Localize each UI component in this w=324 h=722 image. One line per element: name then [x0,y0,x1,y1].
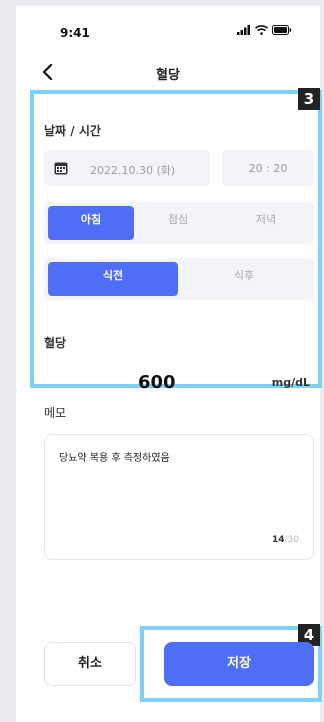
signal-icon [237,25,250,35]
meal-option-dinner[interactable]: 저녁 [222,206,310,240]
page-title: 혈당 [156,68,180,83]
memo-text: 당뇨약 복용 후 측정하였음 [59,453,170,464]
time-field[interactable]: 20 : 20 [222,150,314,186]
date-field[interactable]: 2022.10.30 (화) [44,150,210,186]
meal-option-breakfast[interactable]: 아침 [48,206,134,240]
meal-segment: 아침 점심 저녁 [44,202,314,244]
datetime-label: 날짜 / 시간 [44,124,101,138]
date-value: 2022.10.30 (화) [90,164,176,177]
glucose-label: 혈당 [44,336,67,350]
phone-screen: 9:41 혈당 3 날짜 / 시간 2022.10.30 (화) 20: 20… [16,6,322,722]
timing-option-after-meal[interactable]: 식후 [178,262,310,296]
memo-label: 메모 [44,406,67,420]
memo-textarea[interactable]: 당뇨약 복용 후 측정하였음 14/30 [44,434,314,560]
status-icons [237,25,292,35]
memo-count-max: /30 [284,535,299,545]
save-button[interactable]: 저장 [164,642,314,686]
timing-option-before-meal[interactable]: 식전 [48,262,178,296]
meal-option-lunch[interactable]: 점심 [134,206,222,240]
status-time: 9:41 [60,26,90,40]
cancel-button[interactable]: 취소 [44,642,136,686]
memo-count-current: 14 [271,535,285,545]
status-bar: 9:41 [16,6,320,46]
timing-segment: 식전 식후 [44,258,314,300]
memo-char-count: 14/30 [272,535,299,545]
nav-bar: 혈당 [16,54,320,90]
battery-icon [272,25,292,35]
glucose-value: 600 [138,372,176,393]
glucose-unit: mg/dL [271,376,310,389]
wifi-icon [255,25,268,35]
time-value: 20 : 20 [248,162,288,175]
calendar-icon [54,162,68,175]
annotation-badge-3: 3 [298,88,320,110]
glucose-value-row[interactable]: 600 mg/dL [44,372,314,398]
